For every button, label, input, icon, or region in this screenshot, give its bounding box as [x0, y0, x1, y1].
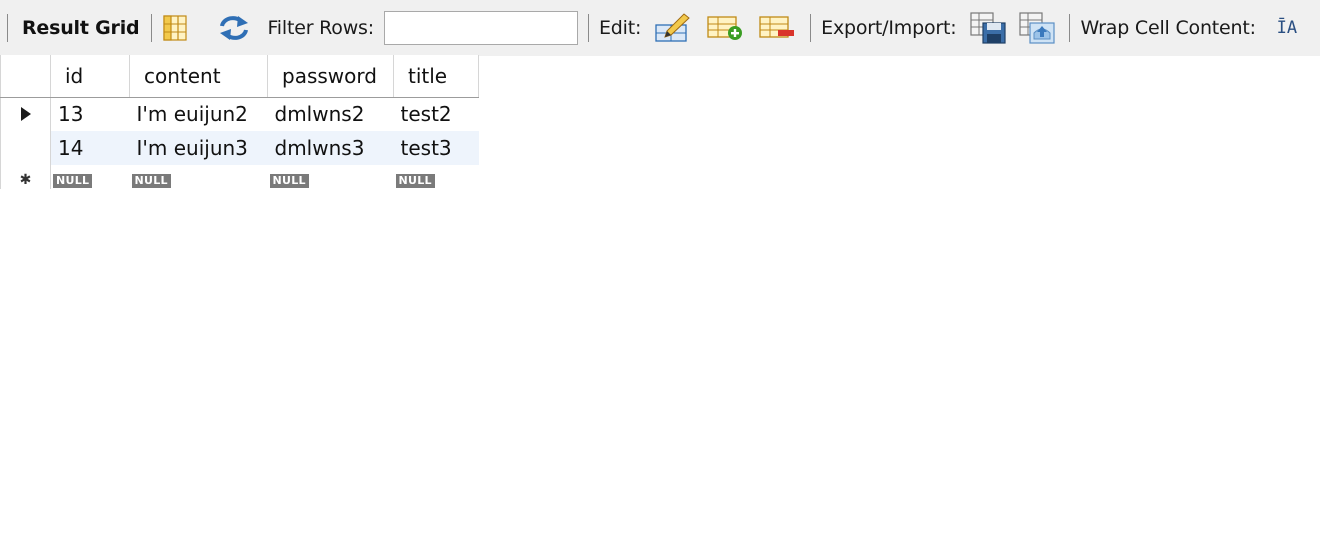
- null-badge: NULL: [269, 174, 309, 188]
- cell-title[interactable]: test3: [393, 131, 479, 165]
- cell-content[interactable]: I'm euijun2: [130, 97, 268, 131]
- column-toggle-icon[interactable]: [162, 14, 188, 41]
- null-badge: NULL: [131, 174, 171, 188]
- delete-row-icon[interactable]: [758, 14, 796, 42]
- wrap-cell-content-label: Wrap Cell Content:: [1080, 16, 1256, 39]
- current-row-arrow-icon: [20, 107, 31, 122]
- cell-id-null[interactable]: NULL: [51, 165, 130, 189]
- wrap-cell-content-icon[interactable]: ĪA: [1274, 15, 1300, 41]
- toolbar-separator: [1069, 13, 1071, 42]
- new-row[interactable]: ✱ NULL NULL NULL NULL: [0, 165, 479, 189]
- toolbar-separator: [7, 13, 8, 42]
- null-badge: NULL: [53, 174, 93, 188]
- cell-password-null[interactable]: NULL: [268, 165, 394, 189]
- column-header-title[interactable]: title: [393, 55, 479, 98]
- export-icon[interactable]: [969, 11, 1007, 45]
- cell-title-null[interactable]: NULL: [394, 165, 479, 189]
- cell-title[interactable]: test2: [394, 97, 479, 131]
- new-row-star-icon: ✱: [19, 172, 32, 188]
- cell-id[interactable]: 14: [50, 131, 130, 165]
- filter-rows-label: Filter Rows:: [267, 16, 374, 39]
- cell-content[interactable]: I'm euijun3: [129, 131, 268, 165]
- export-import-label: Export/Import:: [821, 16, 957, 39]
- table-row[interactable]: 14 I'm euijun3 dmlwns3 test3: [0, 131, 479, 165]
- null-badge: NULL: [395, 174, 435, 188]
- filter-rows-input[interactable]: [383, 10, 578, 45]
- row-selector-current[interactable]: [0, 97, 51, 131]
- cell-password[interactable]: dmlwns2: [268, 97, 394, 131]
- result-grid-toolbar: Result Grid Filter Rows: Edit: Export/Im…: [0, 0, 1320, 56]
- refresh-icon[interactable]: [218, 14, 250, 42]
- column-header-content[interactable]: content: [129, 55, 268, 98]
- toolbar-separator: [151, 13, 153, 42]
- cell-password[interactable]: dmlwns3: [267, 131, 394, 165]
- edit-label: Edit:: [598, 16, 642, 39]
- column-header-password[interactable]: password: [267, 55, 394, 98]
- add-row-icon[interactable]: [706, 14, 744, 42]
- edit-cell-icon[interactable]: [654, 12, 692, 43]
- result-grid-label[interactable]: Result Grid: [22, 17, 140, 39]
- toolbar-separator: [587, 13, 589, 42]
- import-icon[interactable]: [1018, 11, 1056, 45]
- grid-header-corner: [0, 55, 51, 98]
- table-row[interactable]: 13 I'm euijun2 dmlwns2 test2: [0, 97, 479, 131]
- cell-id[interactable]: 13: [51, 97, 130, 131]
- row-selector[interactable]: [0, 131, 51, 165]
- toolbar-separator: [810, 13, 812, 42]
- grid-header-row: id content password title: [0, 55, 479, 98]
- result-grid: id content password title 13 I'm euijun2…: [0, 55, 479, 189]
- cell-content-null[interactable]: NULL: [130, 165, 268, 189]
- column-header-id[interactable]: id: [50, 55, 130, 98]
- row-selector-new[interactable]: ✱: [0, 165, 51, 189]
